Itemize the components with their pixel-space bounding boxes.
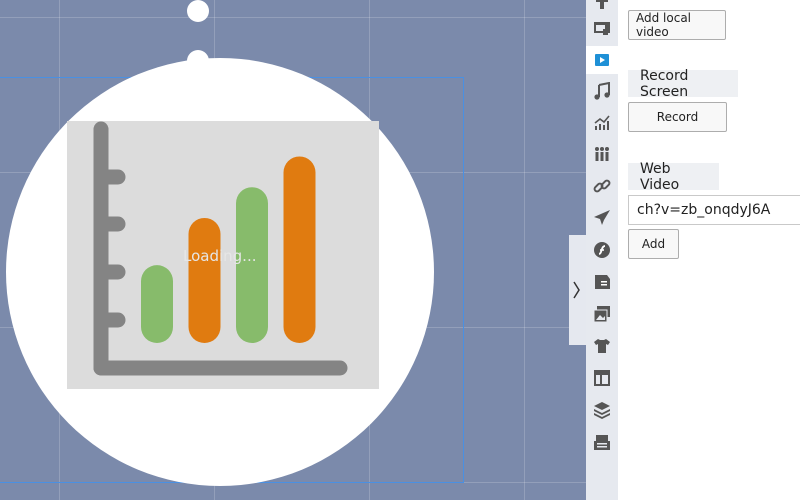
video-icon[interactable] (586, 46, 618, 74)
chart-bar (236, 187, 268, 343)
record-screen-label: Record Screen (628, 68, 738, 100)
inbox-icon[interactable] (586, 428, 618, 456)
music-icon[interactable] (586, 77, 618, 105)
chart-bar (141, 265, 173, 343)
layers-icon[interactable] (586, 396, 618, 424)
add-web-video-button[interactable]: Add (628, 229, 679, 259)
tool-sidebar (586, 0, 618, 500)
bar-chart-image (67, 121, 379, 389)
web-video-label: Web Video (628, 161, 719, 193)
layout-icon[interactable] (586, 364, 618, 392)
flash-icon[interactable] (586, 236, 618, 264)
web-video-url-input[interactable] (628, 195, 800, 225)
chart-icon[interactable] (586, 109, 618, 137)
shirt-icon[interactable] (586, 332, 618, 360)
chart-bar (188, 217, 221, 343)
panel-collapse-tab[interactable] (569, 235, 586, 345)
record-button[interactable]: Record (628, 102, 727, 132)
link-icon[interactable] (586, 172, 618, 200)
loading-text: Loading... (183, 247, 257, 265)
presenter-icon[interactable] (586, 14, 618, 42)
gallery-icon[interactable] (586, 300, 618, 328)
people-icon[interactable] (586, 140, 618, 168)
text-icon[interactable] (586, 0, 618, 14)
chart-bar (283, 156, 316, 343)
video-options-panel: Add local video Record Screen Record Web… (618, 0, 800, 500)
plane-icon[interactable] (586, 204, 618, 232)
document-icon[interactable] (586, 268, 618, 296)
add-local-video-button[interactable]: Add local video (628, 10, 726, 40)
canvas-area[interactable]: Loading... (0, 0, 586, 500)
